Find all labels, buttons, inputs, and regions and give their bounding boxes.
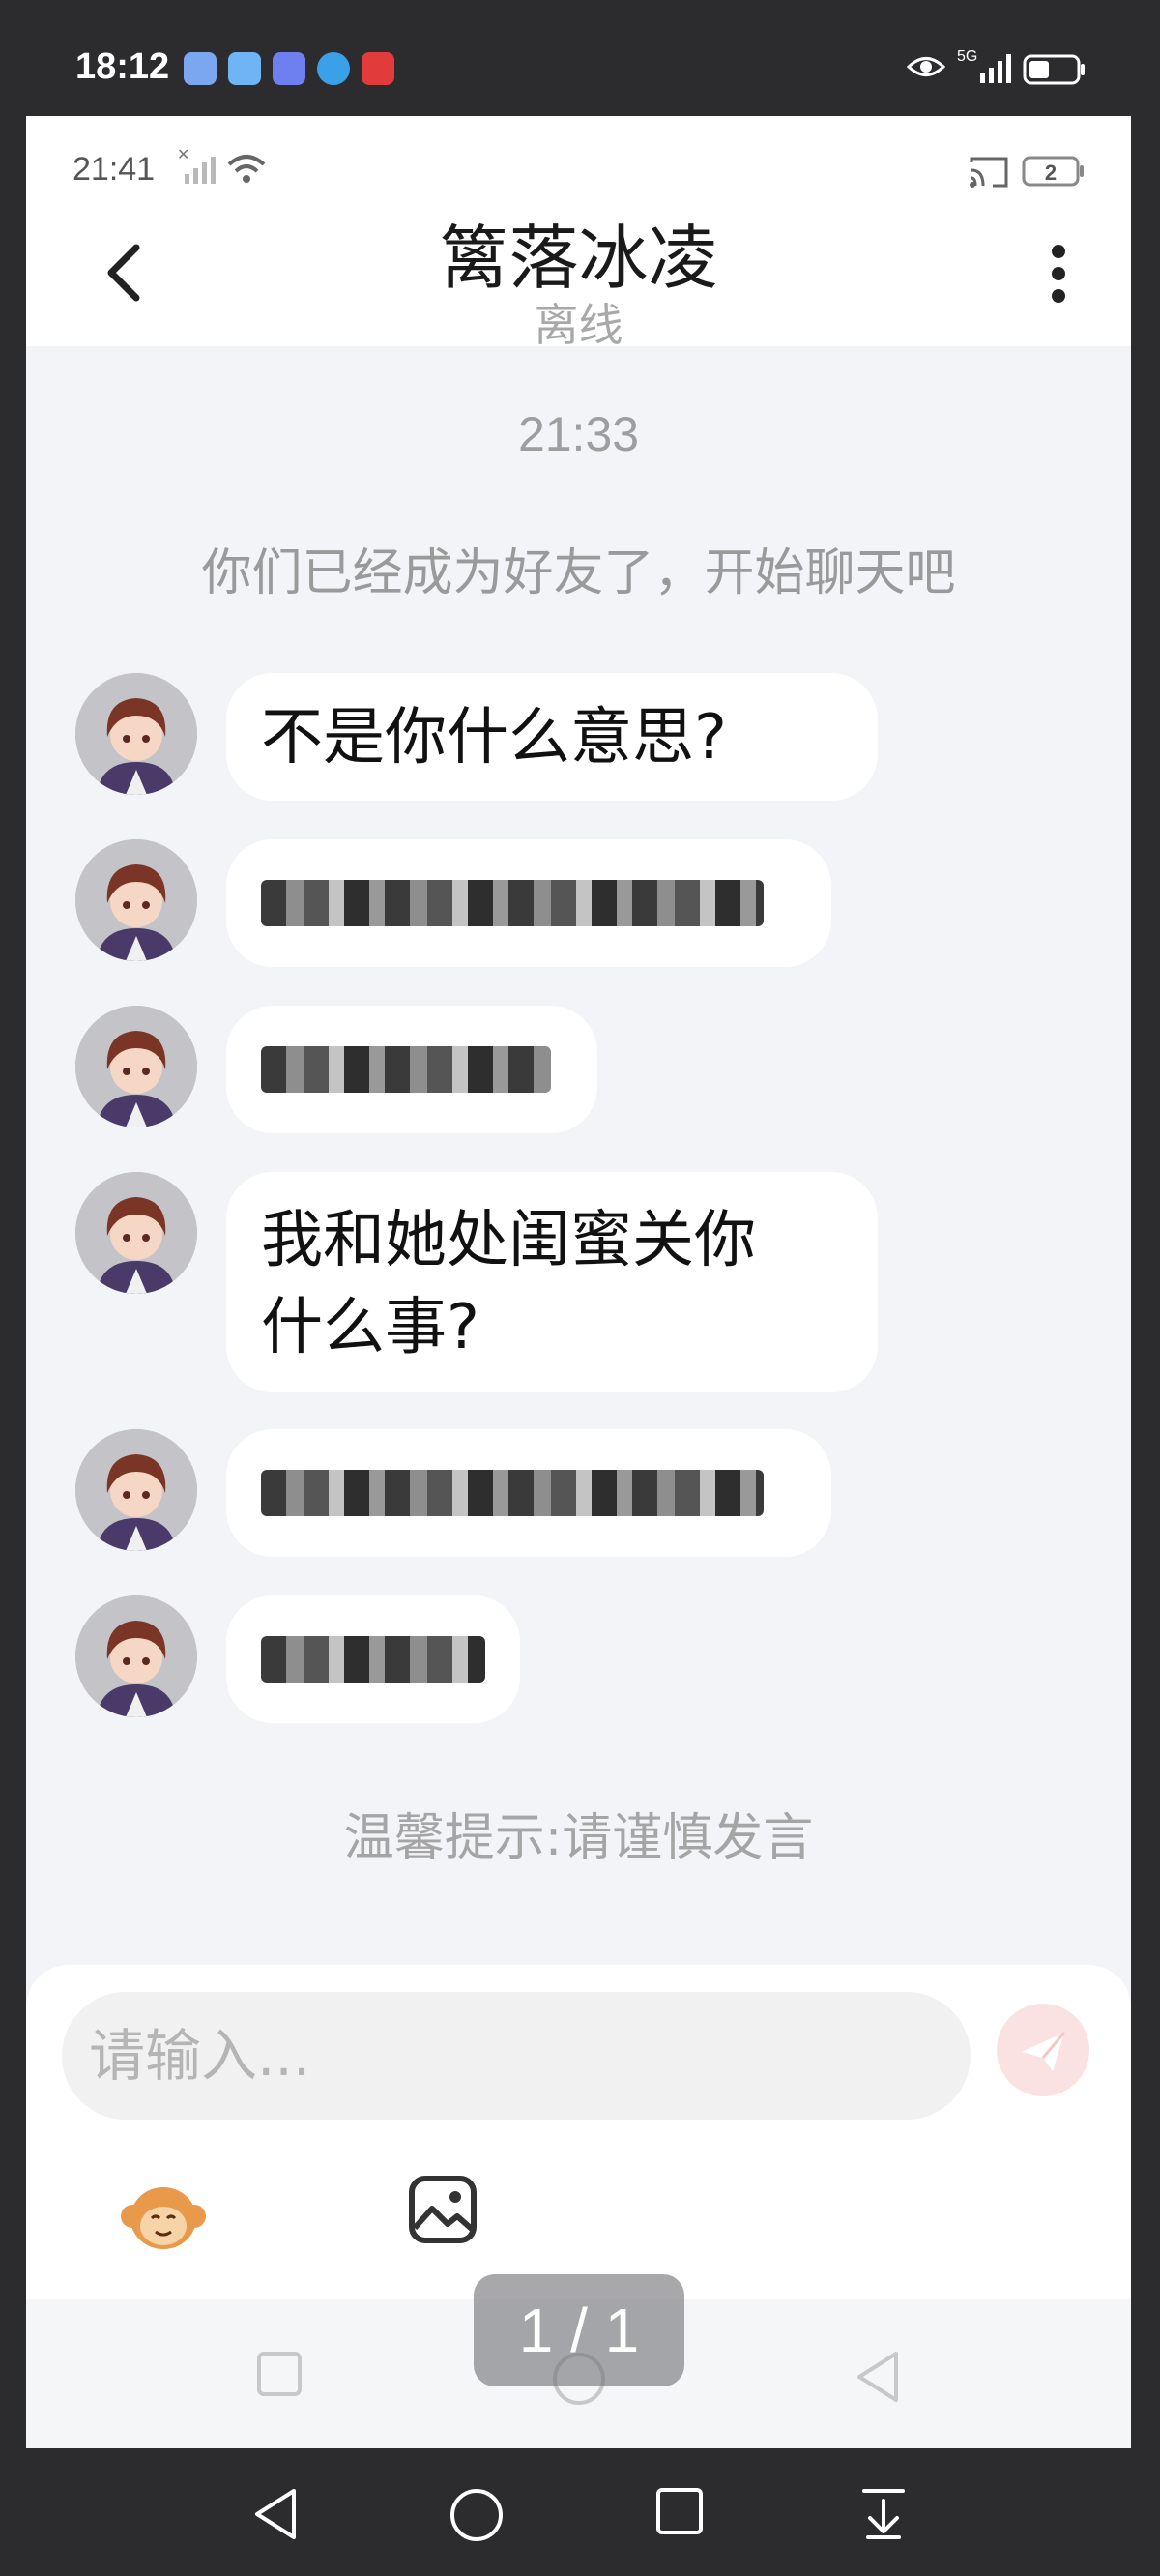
- avatar[interactable]: [75, 1172, 197, 1294]
- weather-app-icon: [184, 52, 217, 85]
- message-timestamp: 21:33: [517, 407, 640, 461]
- eye-icon: [907, 57, 945, 76]
- wifi-icon: [227, 155, 266, 183]
- message-text-line: 什么事?: [261, 1292, 479, 1363]
- phone-clock: 18:12: [75, 46, 170, 87]
- phone-status-bar: 18:12 5G: [0, 0, 1160, 116]
- avatar-image: [75, 1429, 197, 1551]
- pixelated-text: [261, 880, 764, 926]
- phone-navigation-bar: [0, 2448, 1160, 2576]
- shopping-618-app-icon: [362, 52, 394, 85]
- avatar-image: [75, 1172, 197, 1294]
- message-bubble-redacted: [226, 1595, 520, 1723]
- system-friend-notice: 你们已经成为好友了，开始聊天吧: [201, 544, 956, 602]
- pixelated-text: [261, 1470, 764, 1516]
- pixelated-text: [261, 1636, 485, 1683]
- reader-app-icon: [228, 52, 261, 85]
- inner-signal-icon: [185, 157, 216, 184]
- chat-title: 篱落冰凌: [439, 218, 718, 299]
- paper-plane-icon: [1022, 2032, 1066, 2071]
- avatar[interactable]: [75, 1006, 197, 1127]
- nav-recents-button[interactable]: [655, 2487, 704, 2535]
- search-app-icon: [317, 52, 350, 85]
- online-status: 离线: [534, 299, 624, 351]
- mail-app-icon: [273, 52, 305, 85]
- message-text: 不是你什么意思?: [261, 702, 727, 774]
- cast-icon: [970, 157, 1008, 188]
- page-indicator: 1 / 1: [474, 2274, 684, 2386]
- message-bubble-redacted: [226, 1006, 597, 1133]
- monkey-emoji-icon[interactable]: [119, 2180, 208, 2257]
- chat-screenshot: 21:41 ✕ 2 篱落冰凌 离线 21:33 你们已经成为好友了，开始聊天吧 …: [26, 116, 1131, 2448]
- inner-back-icon: [857, 2352, 898, 2402]
- nav-back-button[interactable]: [251, 2487, 300, 2541]
- nav-home-button[interactable]: [449, 2487, 505, 2543]
- pixelated-text: [261, 1046, 551, 1093]
- message-bubble-redacted: [226, 1429, 831, 1557]
- send-button[interactable]: [997, 2004, 1089, 2096]
- message-bubble-redacted: [226, 839, 831, 967]
- avatar[interactable]: [75, 839, 197, 961]
- avatar-image: [75, 1595, 197, 1717]
- message-bubble: 不是你什么意思?: [226, 673, 878, 801]
- nav-notification-pull-button[interactable]: [860, 2487, 907, 2541]
- signal-strength-icon: [980, 54, 1011, 83]
- inner-battery-icon: 2: [1022, 156, 1084, 187]
- avatar[interactable]: [75, 1595, 197, 1717]
- message-input[interactable]: [62, 1992, 971, 2120]
- message-text-line: 我和她处闺蜜关你: [261, 1205, 756, 1276]
- network-type-label: 5G: [957, 48, 978, 65]
- avatar-image: [75, 673, 197, 795]
- avatar-image: [75, 839, 197, 961]
- screenshot-clock: 21:41: [72, 151, 156, 188]
- avatar[interactable]: [75, 673, 197, 795]
- battery-level-text: 2: [1045, 161, 1057, 185]
- more-options-button[interactable]: [1051, 244, 1066, 304]
- message-bubble: 我和她处闺蜜关你 什么事?: [226, 1172, 878, 1392]
- inner-recents-icon: [257, 2352, 302, 2396]
- warm-tip-notice: 温馨提示:请谨慎发言: [343, 1809, 814, 1867]
- image-icon[interactable]: [407, 2174, 478, 2245]
- chat-header: 21:41 ✕ 2 篱落冰凌 离线: [26, 116, 1131, 351]
- avatar-image: [75, 1006, 197, 1127]
- avatar[interactable]: [75, 1429, 197, 1551]
- battery-icon: [1023, 54, 1085, 85]
